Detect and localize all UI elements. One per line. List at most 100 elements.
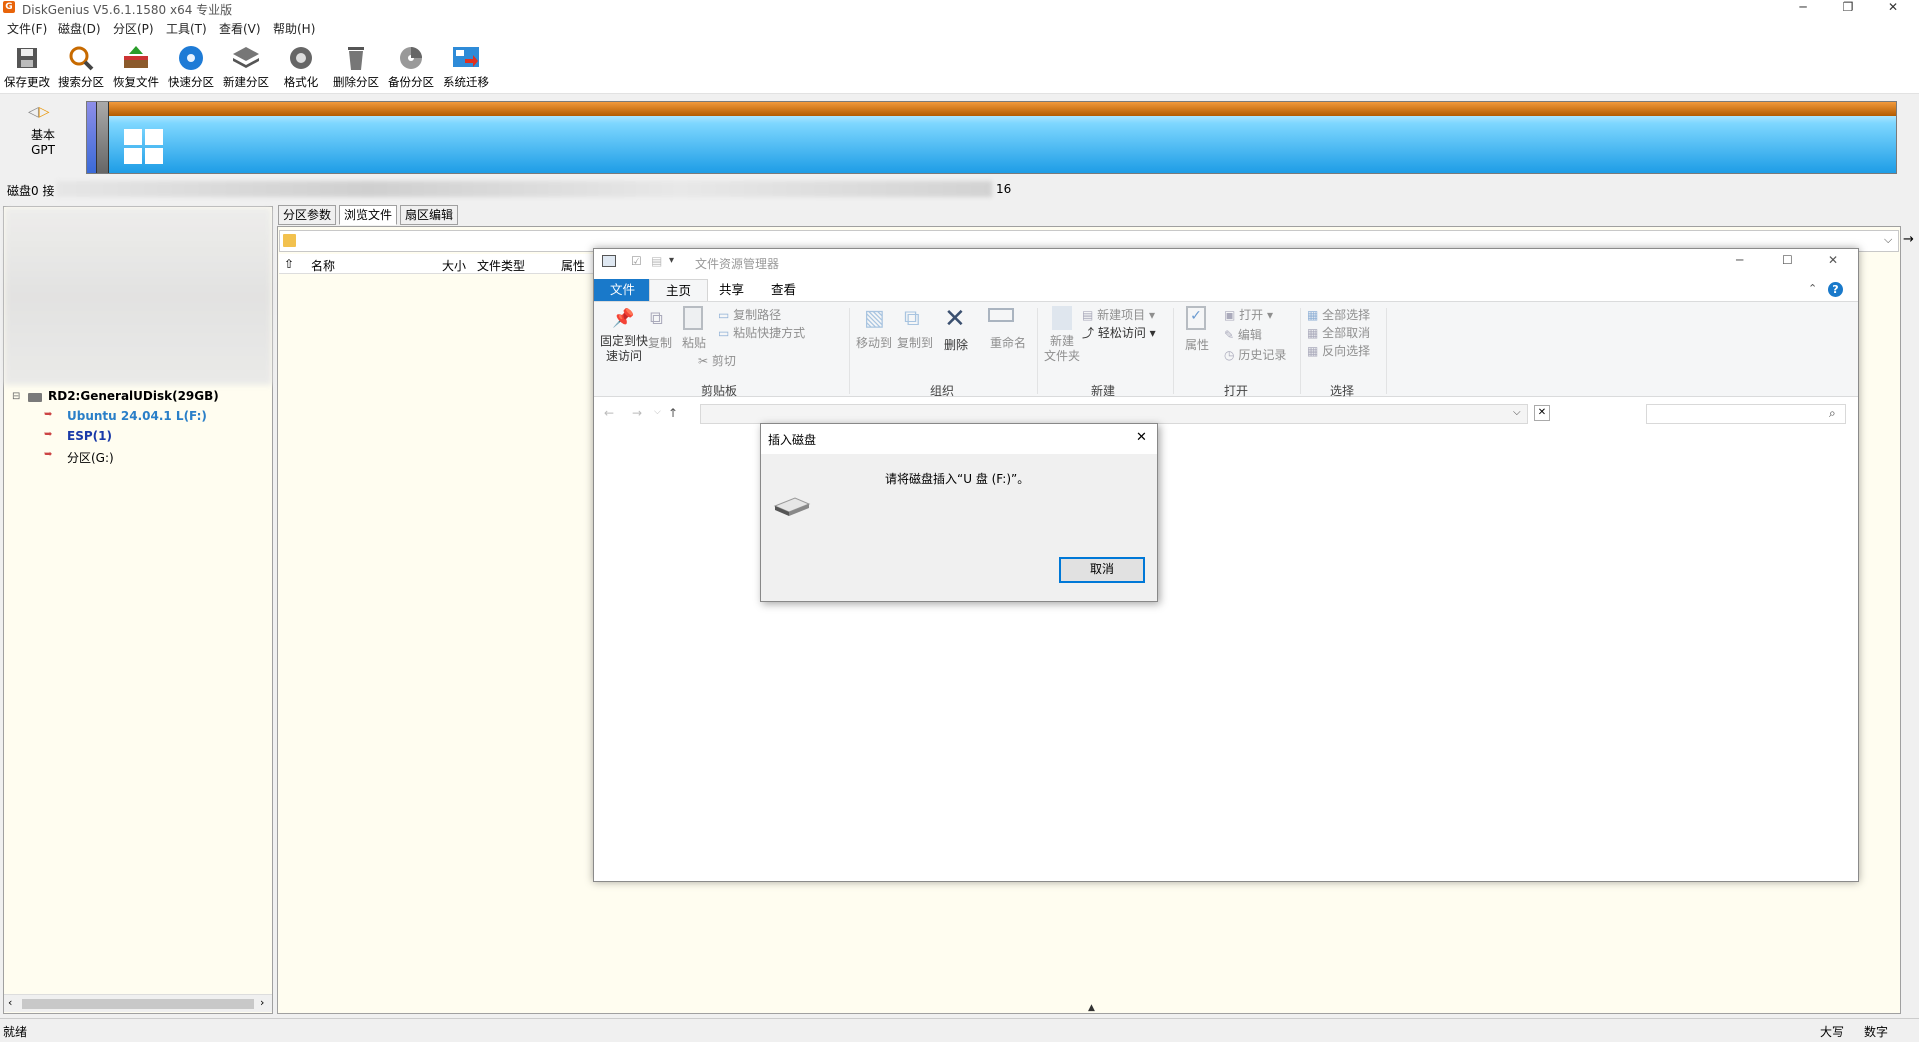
copy-icon: ⧉ <box>650 308 663 329</box>
search-partition-button[interactable]: 搜索分区 <box>54 40 108 92</box>
menu-view[interactable]: 查看(V) <box>219 20 261 37</box>
delete-x-icon: ✕ <box>944 304 966 334</box>
new-folder-button[interactable]: 新建 文件夹 <box>1044 334 1080 364</box>
address-dropdown-icon[interactable]: ⌵ <box>1513 407 1521 418</box>
ribbon-tab-file[interactable]: 文件 <box>594 279 652 301</box>
explorer-ribbon: 📌 固定到快 速访问 ⧉ 复制 粘贴 ▭ 复制路径 ▭ 粘贴快捷方式 ✂ 剪切 剪… <box>594 301 1858 398</box>
easy-access-button[interactable]: ⤴ 轻松访问 ▾ <box>1082 324 1156 341</box>
ribbon-collapse-icon[interactable]: ⌃ <box>1808 282 1817 295</box>
column-file-type[interactable]: 文件类型 <box>477 257 525 274</box>
recent-dropdown-icon[interactable]: ⌵ <box>654 407 661 417</box>
explorer-minimize-icon[interactable]: ─ <box>1736 253 1743 267</box>
scroll-right-icon[interactable]: › <box>260 996 264 1009</box>
tab-sector-edit[interactable]: 扇区编辑 <box>400 205 459 225</box>
path-dropdown-icon[interactable]: ⌵ <box>1884 233 1892 247</box>
partition-block-small-2[interactable] <box>97 102 109 173</box>
cut-button[interactable]: ✂ 剪切 <box>698 352 736 369</box>
tree-collapse-icon[interactable]: ⊟ <box>12 391 20 402</box>
new-folder-quick-icon[interactable]: ▤ <box>651 254 662 268</box>
disk-type-label: 基本 GPT <box>30 128 55 157</box>
blurred-tree-section <box>4 207 272 385</box>
ribbon-tab-share[interactable]: 共享 <box>703 279 760 301</box>
next-disk-icon[interactable]: ▷ <box>39 104 50 120</box>
backup-partition-button[interactable]: 备份分区 <box>384 40 438 92</box>
menu-disk[interactable]: 磁盘(D) <box>58 20 101 37</box>
tree-item-partition-g[interactable]: 分区(G:) <box>67 449 114 466</box>
explorer-close-icon[interactable]: ✕ <box>1828 253 1838 267</box>
tab-partition-params[interactable]: 分区参数 <box>278 205 337 225</box>
select-none-icon: ▦ <box>1307 326 1319 340</box>
up-arrow-icon[interactable]: ↑ <box>668 406 678 420</box>
menu-file[interactable]: 文件(F) <box>7 20 47 37</box>
disk-nav-arrows[interactable]: ◁▷ <box>28 104 50 120</box>
tree-horizontal-scrollbar[interactable]: ‹ › <box>4 994 272 1012</box>
edit-button[interactable]: ✎ 编辑 <box>1224 326 1262 343</box>
usb-drive-icon <box>773 497 811 516</box>
disk-info-prefix: 磁盘0 接 <box>7 184 55 198</box>
scissors-icon: ✂ <box>698 354 709 368</box>
paste-shortcut-button[interactable]: ▭ 粘贴快捷方式 <box>718 324 805 341</box>
delete-partition-button[interactable]: 删除分区 <box>329 40 383 92</box>
copy-button[interactable]: 复制 <box>648 334 672 351</box>
select-all-button[interactable]: ▦ 全部选择 <box>1307 306 1370 323</box>
paste-button[interactable]: 粘贴 <box>682 334 706 351</box>
prev-disk-icon[interactable]: ◁ <box>28 104 39 120</box>
rename-button[interactable]: 重命名 <box>990 334 1026 351</box>
disk-partition-map[interactable] <box>86 101 1897 174</box>
easy-access-icon: ⤴ <box>1082 326 1095 340</box>
delete-button[interactable]: 删除 <box>944 336 968 353</box>
copy-path-button[interactable]: ▭ 复制路径 <box>718 306 781 323</box>
explorer-maximize-icon[interactable]: ☐ <box>1782 253 1793 267</box>
move-to-button[interactable]: 移动到 <box>856 334 892 351</box>
up-folder-icon[interactable]: ⇧ <box>284 257 294 271</box>
new-item-button[interactable]: ▤ 新建项目 ▾ <box>1082 306 1155 323</box>
tab-browse-files[interactable]: 浏览文件 <box>339 205 398 225</box>
scroll-left-icon[interactable]: ‹ <box>8 996 12 1009</box>
copy-to-button[interactable]: 复制到 <box>897 334 933 351</box>
column-size[interactable]: 大小 <box>442 257 466 274</box>
address-bar[interactable]: ⌵ <box>700 404 1528 424</box>
open-button[interactable]: ▣ 打开 ▾ <box>1224 306 1273 323</box>
back-arrow-icon[interactable]: ← <box>604 406 614 420</box>
tree-item-ubuntu[interactable]: Ubuntu 24.04.1 L(F:) <box>67 409 207 423</box>
tree-item-disk[interactable]: RD2:GeneralUDisk(29GB) <box>48 389 219 403</box>
close-icon[interactable]: ✕ <box>1875 0 1911 17</box>
recover-files-button[interactable]: 恢复文件 <box>109 40 163 92</box>
new-partition-button[interactable]: 新建分区 <box>219 40 273 92</box>
dialog-title: 插入磁盘 <box>768 433 817 447</box>
pin-quick-access-button[interactable]: 固定到快 速访问 <box>600 334 648 364</box>
quick-partition-button[interactable]: 快速分区 <box>164 40 218 92</box>
properties-quick-icon[interactable]: ☑ <box>631 254 642 268</box>
ribbon-tab-home[interactable]: 主页 <box>649 279 709 301</box>
ribbon-tab-view[interactable]: 查看 <box>755 279 812 301</box>
help-icon[interactable]: ? <box>1828 282 1843 297</box>
history-button[interactable]: ◷ 历史记录 <box>1224 346 1286 363</box>
menu-help[interactable]: 帮助(H) <box>273 20 315 37</box>
properties-button[interactable]: 属性 <box>1185 336 1209 353</box>
column-name[interactable]: 名称 <box>311 257 335 274</box>
splitter-arrow-icon[interactable]: ▲ <box>1088 1003 1095 1013</box>
forward-arrow-icon[interactable]: → <box>632 406 642 420</box>
dialog-close-icon[interactable]: ✕ <box>1136 430 1147 445</box>
invert-selection-button[interactable]: ▦ 反向选择 <box>1307 342 1370 359</box>
quick-access-dropdown-icon[interactable]: ▾ <box>669 255 674 266</box>
paste-shortcut-icon: ▭ <box>718 326 730 340</box>
explorer-search-input[interactable]: ⌕ <box>1646 404 1846 424</box>
system-migration-button[interactable]: 系统迁移 <box>439 40 493 92</box>
minimize-icon[interactable]: ─ <box>1785 0 1821 17</box>
go-arrow-icon[interactable]: → <box>1903 232 1914 247</box>
clear-address-icon[interactable]: ✕ <box>1534 405 1550 421</box>
menu-partition[interactable]: 分区(P) <box>113 20 154 37</box>
new-item-icon: ▤ <box>1082 308 1094 322</box>
cancel-button[interactable]: 取消 <box>1059 557 1145 583</box>
partition-icon: ➥ <box>44 409 53 420</box>
menu-tools[interactable]: 工具(T) <box>166 20 207 37</box>
partition-block-small-1[interactable] <box>87 102 97 173</box>
tree-item-esp[interactable]: ESP(1) <box>67 429 112 443</box>
select-none-button[interactable]: ▦ 全部取消 <box>1307 324 1370 341</box>
save-changes-button[interactable]: 保存更改 <box>0 40 54 92</box>
column-attributes[interactable]: 属性 <box>561 257 585 274</box>
dialog-message: 请将磁盘插入“U 盘 (F:)”。 <box>885 472 1030 486</box>
format-button[interactable]: 格式化 <box>274 40 328 92</box>
restore-icon[interactable]: ❐ <box>1830 0 1866 17</box>
